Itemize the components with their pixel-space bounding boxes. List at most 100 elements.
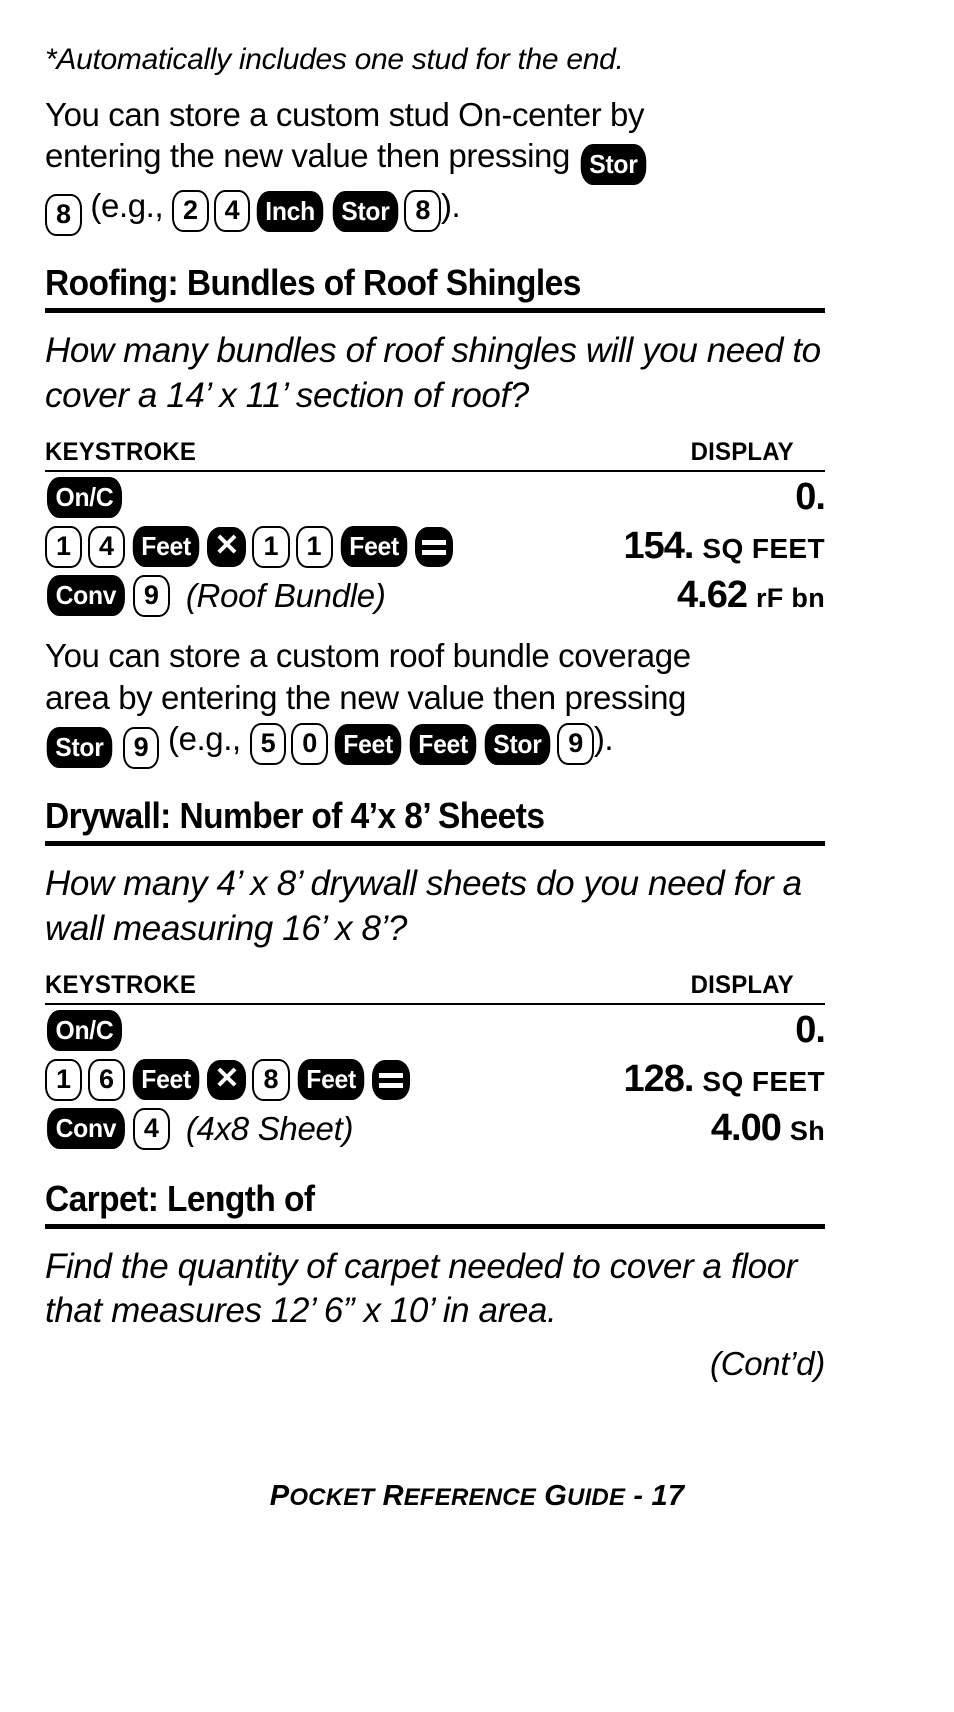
key-inch[interactable]: Inch [257, 190, 324, 232]
page-footer: POCKET REFERENCE GUIDE - 17 [0, 1480, 954, 1513]
display-value: 128. [623, 1058, 694, 1101]
key-4[interactable]: 4 [88, 525, 126, 568]
col-keystroke: KEYSTROKE [45, 970, 197, 999]
question-roofing: How many bundles of roof shingles will y… [45, 331, 821, 415]
key-multiply[interactable]: ✕ [207, 526, 247, 567]
key-2[interactable]: 2 [172, 190, 209, 233]
display-value: 0. [795, 1009, 826, 1052]
stud-note-line1: You can store a custom stud On-center by [45, 95, 645, 133]
roof-note-line2: area by entering the new value then pres… [45, 678, 686, 716]
table-header-roofing: KEYSTROKE DISPLAY [45, 438, 794, 467]
table-row: Conv 4 (4x8 Sheet) 4.00 Sh [45, 1106, 825, 1152]
table-header-drywall: KEYSTROKE DISPLAY [45, 971, 794, 1000]
keystroke-cell: 1 4 Feet ✕ 1 1 Feet [45, 525, 453, 568]
key-9[interactable]: 9 [132, 574, 170, 617]
keystroke-cell: 1 6 Feet ✕ 8 Feet [45, 1058, 410, 1101]
key-multiply[interactable]: ✕ [207, 1059, 247, 1100]
key-stor[interactable]: Stor [485, 723, 551, 765]
roof-example-keys: 5 0 Feet Feet Stor 9 [249, 723, 594, 766]
key-1[interactable]: 1 [252, 525, 290, 568]
display-unit: Sh [789, 1116, 825, 1147]
table-row: On/C 0. [45, 1008, 826, 1054]
stud-store-note: You can store a custom stud On-center by… [45, 94, 825, 237]
stud-example-keys: 2 4 Inch Stor 8 [172, 190, 441, 233]
display-cell: 4.62 rF bn [677, 574, 825, 617]
heading-rule [45, 308, 825, 314]
key-feet[interactable]: Feet [334, 723, 402, 765]
question-drywall: How many 4’ x 8’ drywall sheets do you n… [45, 864, 802, 948]
key-feet[interactable]: Feet [132, 526, 200, 568]
roof-bundle-store-note: You can store a custom roof bundle cover… [45, 635, 825, 770]
key-conv[interactable]: Conv [47, 1108, 125, 1150]
equals-icon [378, 1069, 403, 1091]
col-display: DISPLAY [690, 437, 794, 466]
key-1[interactable]: 1 [45, 1058, 83, 1101]
key-onc[interactable]: On/C [46, 477, 122, 519]
key-equals[interactable] [414, 526, 453, 567]
key-1[interactable]: 1 [295, 525, 333, 568]
stud-footnote: *Automatically includes one stud for the… [45, 43, 624, 76]
keystroke-annotation: (4x8 Sheet) [185, 1109, 354, 1147]
keystroke-cell: On/C [45, 477, 124, 519]
continued-label: (Cont’d) [710, 1344, 825, 1382]
page-content: *Automatically includes one stud for the… [45, 0, 826, 1383]
key-8[interactable]: 8 [45, 194, 82, 237]
key-9[interactable]: 9 [557, 723, 594, 766]
display-cell: 4.00 Sh [711, 1107, 825, 1150]
display-cell: 154. SQ FEET [623, 525, 825, 568]
table-row: Conv 9 (Roof Bundle) 4.62 rF bn [45, 573, 825, 619]
key-feet[interactable]: Feet [297, 1059, 365, 1101]
keystroke-annotation: (Roof Bundle) [185, 576, 386, 614]
key-6[interactable]: 6 [88, 1058, 126, 1101]
keystroke-cell: On/C [45, 1010, 124, 1052]
key-feet[interactable]: Feet [132, 1059, 200, 1101]
multiply-icon: ✕ [214, 528, 240, 562]
keystroke-cell: Conv 9 (Roof Bundle) [45, 574, 386, 617]
table-rule [45, 469, 825, 472]
col-display: DISPLAY [690, 970, 794, 999]
key-4[interactable]: 4 [132, 1107, 170, 1150]
key-8[interactable]: 8 [252, 1058, 290, 1101]
display-value: 4.00 [710, 1107, 782, 1150]
display-unit: SQ FEET [702, 1066, 825, 1098]
key-equals[interactable] [371, 1059, 410, 1100]
display-value: 4.62 [677, 574, 748, 617]
roof-note-line3: Stor 9 (e.g., 5 0 Feet Feet Stor 9 ). [45, 718, 825, 770]
key-conv[interactable]: Conv [47, 575, 125, 617]
key-8[interactable]: 8 [404, 190, 441, 233]
key-onc[interactable]: On/C [46, 1010, 122, 1052]
footer-text: POCKET REFERENCE GUIDE - 17 [269, 1480, 685, 1512]
display-unit: SQ FEET [702, 533, 825, 565]
heading-rule [45, 1223, 825, 1229]
key-5[interactable]: 5 [249, 723, 287, 766]
question-carpet: Find the quantity of carpet needed to co… [45, 1246, 798, 1330]
table-row: 1 6 Feet ✕ 8 Feet 128. SQ FEET [45, 1057, 825, 1103]
key-feet[interactable]: Feet [340, 526, 408, 568]
footer-page-number: 17 [651, 1480, 685, 1512]
table-rule [45, 1002, 825, 1005]
key-stor[interactable]: Stor [580, 144, 646, 186]
heading-roofing: Roofing: Bundles of Roof Shingles [45, 262, 581, 304]
key-stor[interactable]: Stor [46, 727, 113, 769]
key-4[interactable]: 4 [213, 190, 251, 233]
keystroke-cell: Conv 4 (4x8 Sheet) [45, 1107, 354, 1150]
stud-note-line3: 8 (e.g., 2 4 Inch Stor 8 ). [45, 185, 825, 237]
stud-note-line2: entering the new value then pressing Sto… [45, 135, 825, 186]
key-0[interactable]: 0 [291, 723, 328, 766]
heading-rule [45, 841, 825, 847]
key-stor[interactable]: Stor [332, 190, 398, 232]
multiply-icon: ✕ [214, 1061, 240, 1095]
key-9[interactable]: 9 [122, 727, 160, 770]
key-feet[interactable]: Feet [409, 723, 477, 765]
display-value: 0. [795, 476, 826, 519]
display-cell: 0. [795, 476, 826, 519]
table-row: 1 4 Feet ✕ 1 1 Feet 154. SQ FEET [45, 524, 825, 570]
display-value: 154. [623, 525, 694, 568]
col-keystroke: KEYSTROKE [45, 437, 197, 466]
display-unit: rF bn [756, 583, 825, 614]
display-cell: 128. SQ FEET [623, 1058, 825, 1101]
heading-drywall: Drywall: Number of 4’x 8’ Sheets [45, 795, 545, 837]
key-1[interactable]: 1 [45, 525, 83, 568]
table-row: On/C 0. [45, 475, 826, 521]
heading-carpet: Carpet: Length of [45, 1177, 315, 1219]
